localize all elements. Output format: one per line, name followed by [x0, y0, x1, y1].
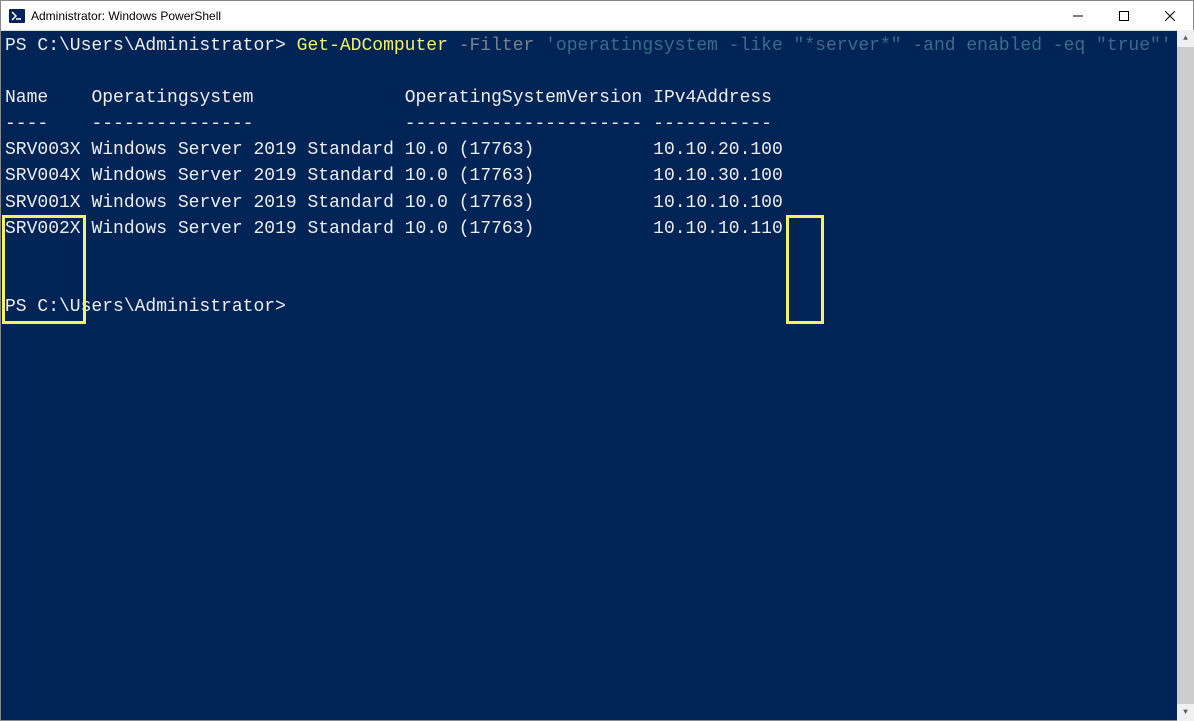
cell-os: Windows Server 2019 Standard — [91, 193, 393, 213]
col-header-os: Operatingsystem — [91, 88, 253, 108]
scroll-up-icon[interactable]: ▲ — [1177, 30, 1194, 47]
cell-os: Windows Server 2019 Standard — [91, 166, 393, 186]
underline: --------------- — [91, 114, 253, 134]
cell-ip: 10.10. — [653, 166, 718, 186]
scrollbar-track[interactable] — [1177, 47, 1194, 704]
cell-os: Windows Server 2019 Standard — [91, 219, 393, 239]
prompt-text: PS C:\Users\Administrator> — [5, 297, 286, 317]
cell-name: SRV001X — [5, 193, 81, 213]
cell-os: Windows Server 2019 Standard — [91, 140, 393, 160]
terminal-content[interactable]: PS C:\Users\Administrator> Get-ADCompute… — [1, 31, 1193, 720]
cell-ip: 10.10. — [653, 140, 718, 160]
cell-osver: 10.0 (17763) — [405, 193, 535, 213]
cell-ip: 20. — [718, 140, 750, 160]
cell-ip: 110 — [750, 219, 782, 239]
cell-ip: 10.10. — [653, 219, 718, 239]
cell-osver: 10.0 (17763) — [405, 140, 535, 160]
underline: ----------- — [653, 114, 772, 134]
cell-name: SRV003X — [5, 140, 81, 160]
cell-ip: 100 — [750, 193, 782, 213]
maximize-button[interactable] — [1101, 1, 1147, 30]
cell-ip: 10. — [718, 193, 750, 213]
cell-ip: 30. — [718, 166, 750, 186]
underline: ---------------------- — [405, 114, 643, 134]
window-controls — [1055, 1, 1193, 30]
highlight-box-ip-octet — [786, 215, 824, 324]
filter-value: 'operatingsystem -like "*server*" -and e… — [545, 36, 1172, 56]
cell-name: SRV002X — [5, 219, 81, 239]
scrollbar-thumb[interactable] — [1177, 47, 1194, 704]
window-title: Administrator: Windows PowerShell — [31, 9, 1055, 23]
close-button[interactable] — [1147, 1, 1193, 30]
cell-osver: 10.0 (17763) — [405, 219, 535, 239]
cell-ip: 100 — [750, 140, 782, 160]
minimize-button[interactable] — [1055, 1, 1101, 30]
filter-flag: -Filter — [448, 36, 545, 56]
prompt-text: PS C:\Users\Administrator> — [5, 36, 297, 56]
cell-ip: 10. — [718, 219, 750, 239]
scroll-down-icon[interactable]: ▼ — [1177, 704, 1194, 721]
underline: ---- — [5, 114, 48, 134]
col-header-osver: OperatingSystemVersion — [405, 88, 643, 108]
cell-ip: 100 — [750, 166, 782, 186]
cell-osver: 10.0 (17763) — [405, 166, 535, 186]
vertical-scrollbar[interactable]: ▲ ▼ — [1177, 30, 1194, 721]
cell-ip: 10.10. — [653, 193, 718, 213]
cmdlet-name: Get-ADComputer — [297, 36, 448, 56]
powershell-icon — [9, 8, 25, 24]
col-header-ip: IPv4Address — [653, 88, 772, 108]
cell-name: SRV004X — [5, 166, 81, 186]
powershell-window: Administrator: Windows PowerShell PS C:\… — [0, 0, 1194, 721]
col-header-name: Name — [5, 88, 48, 108]
titlebar[interactable]: Administrator: Windows PowerShell — [1, 1, 1193, 31]
